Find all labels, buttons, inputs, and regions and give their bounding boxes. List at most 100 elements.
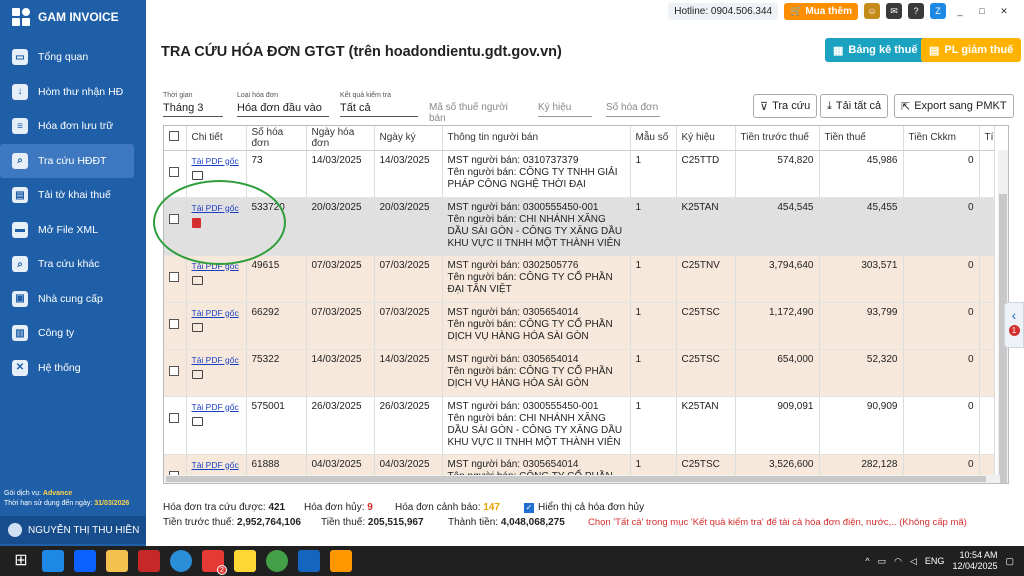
row-checkbox[interactable]	[169, 365, 179, 376]
network-icon[interactable]: ▭	[878, 556, 887, 567]
sticky-notes-icon[interactable]	[234, 550, 256, 572]
column-header[interactable]: Thông tin người bán	[442, 126, 631, 151]
table-row[interactable]: Tải PDF gốc 533720 20/03/2025 20/03/2025 MST…	[164, 197, 995, 256]
column-header[interactable]: Ngày ký	[374, 126, 443, 151]
buy-more-button[interactable]: 🛒 Mua thêm	[784, 2, 858, 20]
table-row[interactable]: Tải PDF gốc 49615 07/03/2025 07/03/2025 MST …	[164, 255, 995, 303]
wifi-icon[interactable]: ◠	[894, 556, 902, 567]
user-profile[interactable]: NGUYỄN THỊ THU HIỀN	[0, 516, 146, 544]
download-pdf-link[interactable]: Tải PDF gốc	[192, 155, 241, 167]
row-checkbox[interactable]	[169, 412, 179, 423]
column-header[interactable]: Mẫu số	[630, 126, 677, 151]
dropbox-icon[interactable]	[74, 550, 96, 572]
table-row[interactable]: Tải PDF gốc 73 14/03/2025 14/03/2025 MST ngư…	[164, 150, 995, 198]
outlook-icon[interactable]	[298, 550, 320, 572]
minimize-icon[interactable]: _	[952, 3, 968, 19]
download-pdf-link[interactable]: Tải PDF gốc	[192, 401, 241, 413]
column-header[interactable]: Chi tiết	[186, 126, 247, 151]
tax-value: 205,515,967	[367, 517, 424, 528]
row-checkbox[interactable]	[169, 166, 179, 177]
sidebar-item-download[interactable]: ↓ Hòm thư nhận HĐ	[0, 75, 146, 110]
invoice-number-input[interactable]: Số hóa đơn	[606, 102, 660, 117]
sidebar-item-search[interactable]: ⌕ Tra cứu khác	[0, 247, 146, 282]
horizontal-scrollbar[interactable]	[164, 475, 1000, 483]
close-icon[interactable]: ✕	[996, 3, 1012, 19]
select-all-checkbox[interactable]	[169, 131, 179, 142]
sidebar-item-lookup[interactable]: ⌕ Tra cứu HĐĐT	[0, 143, 134, 178]
mail-icon[interactable]: 2	[202, 550, 227, 575]
windows-start-icon[interactable]: ⊞	[10, 550, 32, 572]
chrome-icon[interactable]	[266, 550, 288, 572]
sidebar-item-monitor[interactable]: ▭ Tổng quan	[0, 40, 146, 75]
column-header[interactable]: Tiền thuế	[819, 126, 904, 151]
sidebar-item-tools[interactable]: ✕ Hệ thống	[0, 351, 146, 386]
printer-icon[interactable]	[191, 416, 203, 426]
file-explorer-icon[interactable]	[106, 550, 128, 572]
sidebar-item-form[interactable]: ▤ Tải tờ khai thuế	[0, 178, 146, 213]
download-all-button[interactable]: ⤓ Tải tất cả	[820, 94, 889, 118]
app-taskbar-icon[interactable]	[42, 550, 64, 572]
check-result-select[interactable]: Tất cả	[340, 102, 418, 117]
chevron-up-icon[interactable]: ^	[865, 556, 869, 566]
invoice-symbol: K25TAN	[676, 396, 736, 455]
table-row[interactable]: Tải PDF gốc 66292 07/03/2025 07/03/2025 MST …	[164, 302, 995, 350]
seller-name: Tên người bán: CHI NHÁNH XĂNG DẦU SÀI GÒ…	[447, 412, 623, 448]
period-filter[interactable]: Thời gian Tháng 3	[163, 92, 223, 117]
discount-amount: 0	[903, 197, 980, 256]
printer-icon[interactable]	[191, 369, 203, 379]
sidebar-item-building[interactable]: ▥ Công ty	[0, 316, 146, 351]
column-header[interactable]: Ngày hóa đơn	[306, 126, 375, 151]
tax-reduction-button[interactable]: ▤ PL giảm thuế	[921, 38, 1022, 62]
system-tray: ^ ▭ ◠ ◁ ENG 10:54 AM 12/04/2025 ▢	[865, 550, 1024, 572]
invoice-date: 14/03/2025	[306, 150, 375, 198]
volume-icon[interactable]: ◁	[910, 556, 917, 567]
warn-value: 147	[483, 502, 500, 513]
sidebar-item-document[interactable]: ≡ Hóa đơn lưu trữ	[0, 109, 146, 144]
column-header[interactable]: Ký hiệu	[676, 126, 736, 151]
column-header[interactable]: Tí	[979, 126, 995, 151]
language-indicator[interactable]: ENG	[925, 556, 945, 566]
column-header[interactable]: Tiền trước thuế	[735, 126, 820, 151]
printer-icon[interactable]	[191, 322, 203, 332]
invoice-date: 14/03/2025	[306, 349, 375, 397]
chat-icon[interactable]: ✉	[886, 3, 902, 19]
row-checkbox[interactable]	[169, 271, 179, 282]
download-pdf-link[interactable]: Tải PDF gốc	[192, 307, 241, 319]
row-checkbox[interactable]	[169, 318, 179, 329]
invoice-type-select[interactable]: Hóa đơn đầu vào	[237, 102, 329, 117]
edge-icon[interactable]	[170, 550, 192, 572]
side-panel-toggle[interactable]: ‹ 1	[1004, 302, 1024, 348]
maximize-icon[interactable]: □	[974, 3, 990, 19]
printer-icon[interactable]	[191, 275, 203, 285]
printer-icon[interactable]	[191, 170, 203, 180]
tax-list-button[interactable]: ▦ Bảng kê thuế	[825, 38, 926, 62]
amount-pre-tax: 1,172,490	[735, 302, 820, 350]
column-header[interactable]: Tiền Ckkm	[903, 126, 980, 151]
seller-info: MST người bán: 0305654014Tên người bán: …	[442, 349, 631, 397]
symbol-input[interactable]: Ký hiệu	[538, 102, 592, 117]
table-row[interactable]: Tải PDF gốc 575001 26/03/2025 26/03/2025 MST…	[164, 396, 995, 455]
check-result-filter[interactable]: Kết quả kiểm tra Tất cả	[340, 92, 418, 117]
period-label: Thời gian	[163, 92, 193, 99]
notifications-icon[interactable]: ▢	[1005, 556, 1014, 567]
app-red-icon[interactable]	[138, 550, 160, 572]
zalo-icon[interactable]: Z	[930, 3, 946, 19]
invoice-type-filter[interactable]: Loại hóa đơn Hóa đơn đầu vào	[237, 92, 329, 117]
sidebar-item-folder[interactable]: ▬ Mở File XML	[0, 213, 146, 248]
search-button[interactable]: ⊽ Tra cứu	[753, 94, 818, 118]
table-row[interactable]: Tải PDF gốc 75322 14/03/2025 14/03/2025 MST …	[164, 349, 995, 397]
sidebar-item-id-card[interactable]: ▣ Nhà cung cấp	[0, 282, 146, 317]
column-header[interactable]: Số hóa đơn	[246, 126, 307, 151]
gam-invoice-taskbar-icon[interactable]	[330, 550, 352, 572]
clock[interactable]: 10:54 AM 12/04/2025	[952, 550, 997, 572]
download-pdf-link[interactable]: Tải PDF gốc	[192, 459, 241, 471]
show-cancel-checkbox[interactable]: ✓ Hiển thị cả hóa đơn hủy	[524, 502, 644, 513]
help-icon[interactable]: ?	[908, 3, 924, 19]
download-pdf-link[interactable]: Tải PDF gốc	[192, 354, 241, 366]
column-header[interactable]	[164, 126, 187, 151]
period-select[interactable]: Tháng 3	[163, 102, 223, 117]
support-icon[interactable]: ☺	[864, 3, 880, 19]
invoice-number: 575001	[246, 396, 307, 455]
notification-badge: 1	[1008, 325, 1020, 336]
export-button[interactable]: ⇱ Export sang PMKT	[894, 94, 1014, 118]
